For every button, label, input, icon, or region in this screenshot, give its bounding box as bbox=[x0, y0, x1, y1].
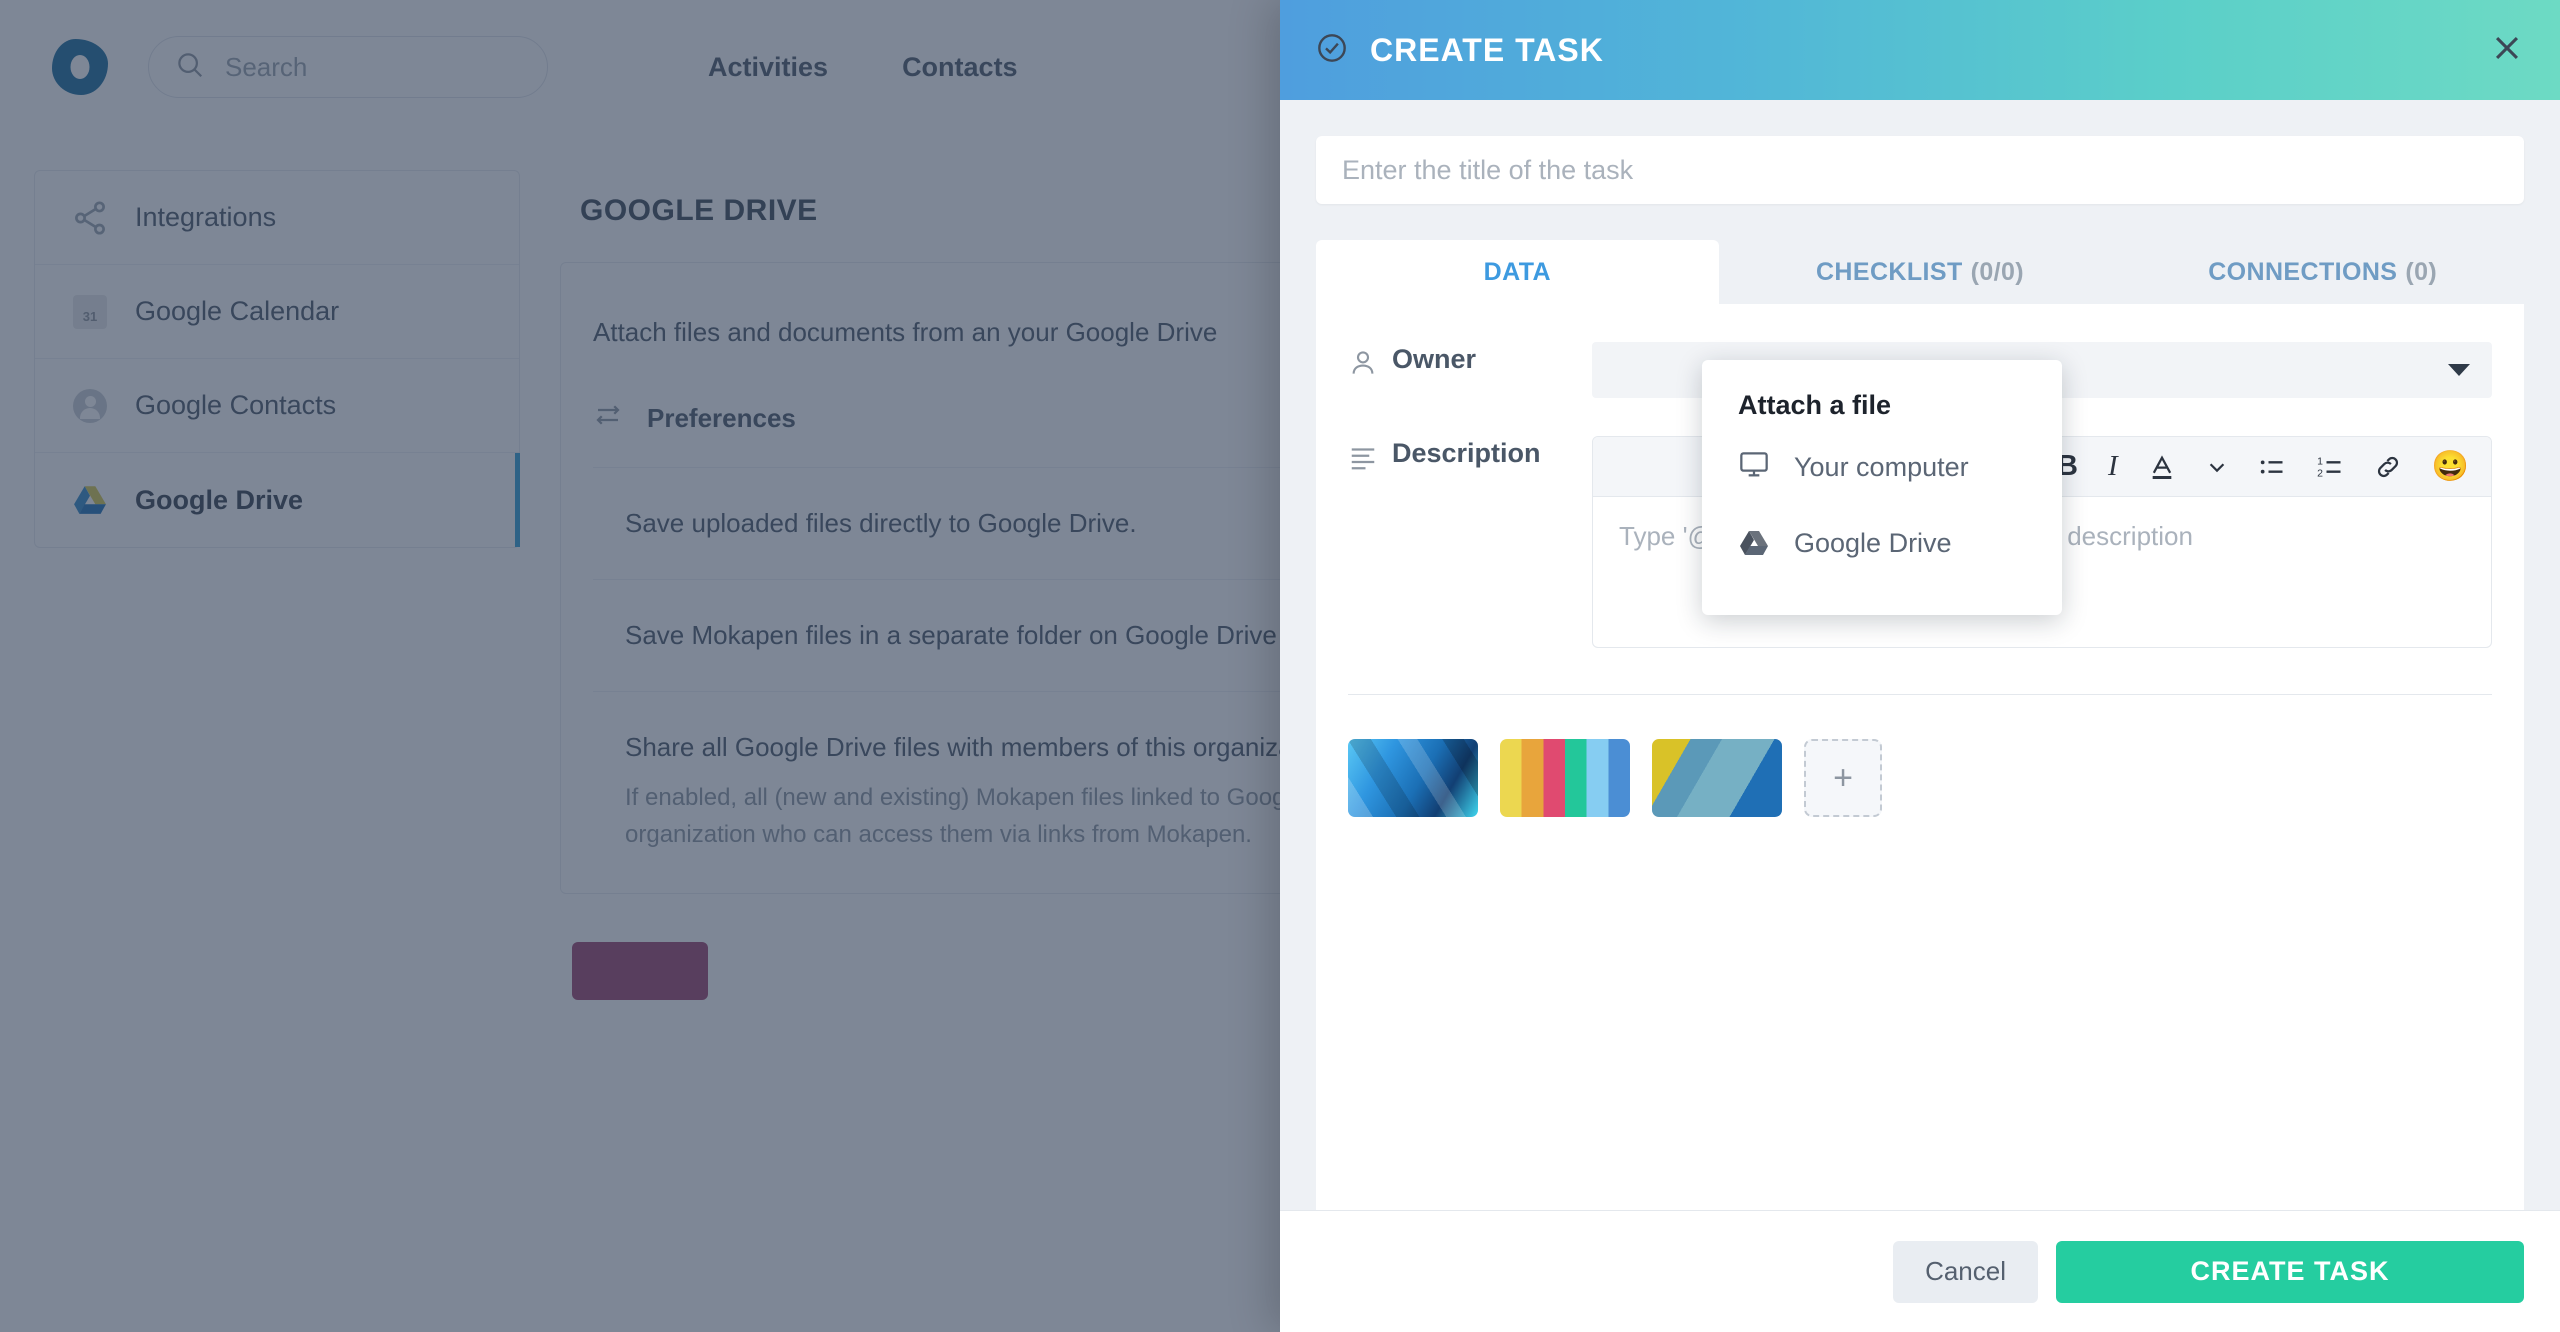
tab-count: (0/0) bbox=[1970, 257, 2025, 286]
tab-label: DATA bbox=[1483, 257, 1551, 286]
nav-links: Activities Contacts bbox=[708, 52, 1018, 83]
save-preferences-button[interactable] bbox=[572, 942, 708, 1001]
transfer-arrows-icon bbox=[593, 400, 623, 437]
attachments-list: + bbox=[1348, 695, 2492, 817]
search-icon bbox=[175, 50, 205, 85]
share-nodes-icon bbox=[71, 199, 109, 237]
link-icon[interactable] bbox=[2374, 453, 2402, 481]
attach-option-google-drive[interactable]: Google Drive bbox=[1702, 505, 2062, 581]
caret-down-icon bbox=[2448, 364, 2470, 376]
google-contacts-icon bbox=[71, 387, 109, 425]
sidebar-item-google-contacts[interactable]: Google Contacts bbox=[35, 359, 519, 453]
cancel-button[interactable]: Cancel bbox=[1893, 1240, 2038, 1303]
tab-label: CONNECTIONS bbox=[2208, 257, 2398, 286]
sidebar-item-google-drive[interactable]: Google Drive bbox=[35, 453, 520, 547]
search-placeholder: Search bbox=[225, 51, 308, 82]
sidebar-item-google-calendar[interactable]: 31 Google Calendar bbox=[35, 265, 519, 359]
tab-connections[interactable]: CONNECTIONS (0) bbox=[2121, 240, 2524, 304]
sidebar-item-label: Google Drive bbox=[135, 484, 304, 515]
attachment-thumbnail-yellow-blue-stripes[interactable] bbox=[1652, 739, 1782, 817]
attachment-thumbnail-color-palette[interactable] bbox=[1500, 739, 1630, 817]
sidebar-item-label: Integrations bbox=[135, 202, 277, 232]
search-input[interactable]: Search bbox=[148, 36, 548, 98]
preferences-heading: Preferences bbox=[647, 403, 796, 433]
modal-tabs: DATA CHECKLIST (0/0) CONNECTIONS (0) bbox=[1316, 240, 2524, 304]
modal-header: CREATE TASK bbox=[1280, 0, 2560, 100]
integrations-sidebar: Integrations 31 Google Calendar Google C… bbox=[34, 170, 520, 548]
google-drive-icon bbox=[1738, 529, 1770, 557]
modal-title: CREATE TASK bbox=[1370, 31, 1604, 68]
sidebar-item-label: Google Contacts bbox=[135, 390, 337, 420]
create-task-modal: CREATE TASK DATA CHECKLIST (0/0) CONNECT… bbox=[1280, 0, 2560, 1332]
add-attachment-button[interactable]: + bbox=[1804, 739, 1882, 817]
monitor-icon bbox=[1738, 448, 1770, 487]
modal-footer: Cancel CREATE TASK bbox=[1280, 1210, 2560, 1332]
owner-label: Owner bbox=[1392, 344, 1477, 374]
chevron-down-icon[interactable] bbox=[2206, 456, 2228, 478]
check-circle-icon bbox=[1316, 32, 1348, 69]
nav-link-contacts[interactable]: Contacts bbox=[902, 52, 1018, 83]
google-drive-icon bbox=[71, 481, 109, 519]
text-lines-icon bbox=[1348, 436, 1392, 477]
task-title-input[interactable] bbox=[1316, 136, 2524, 204]
italic-icon[interactable]: I bbox=[2108, 450, 2118, 483]
tab-count: (0) bbox=[2405, 257, 2438, 286]
attach-option-label: Your computer bbox=[1794, 451, 1969, 482]
attachment-thumbnail-blue-abstract[interactable] bbox=[1348, 739, 1478, 817]
bullet-list-icon[interactable] bbox=[2258, 453, 2286, 481]
close-icon[interactable] bbox=[2490, 31, 2524, 70]
svg-text:2: 2 bbox=[2317, 467, 2323, 479]
tab-checklist[interactable]: CHECKLIST (0/0) bbox=[1719, 240, 2122, 304]
mokapen-logo[interactable] bbox=[52, 39, 108, 95]
create-task-button[interactable]: CREATE TASK bbox=[2056, 1240, 2524, 1303]
description-label: Description bbox=[1392, 438, 1541, 468]
numbered-list-icon[interactable]: 1 2 bbox=[2316, 453, 2344, 481]
svg-text:1: 1 bbox=[2317, 455, 2323, 467]
google-calendar-icon: 31 bbox=[71, 293, 109, 331]
sidebar-item-label: Google Calendar bbox=[135, 296, 340, 326]
tab-label: CHECKLIST bbox=[1815, 257, 1963, 286]
modal-body: DATA CHECKLIST (0/0) CONNECTIONS (0) Own… bbox=[1280, 100, 2560, 1210]
attach-file-popup: Attach a file Your computer Google Drive bbox=[1702, 360, 2062, 615]
attach-option-label: Google Drive bbox=[1794, 527, 1952, 558]
attach-option-your-computer[interactable]: Your computer bbox=[1702, 429, 2062, 505]
nav-link-activities[interactable]: Activities bbox=[708, 52, 828, 83]
sidebar-item-integrations[interactable]: Integrations bbox=[35, 171, 519, 265]
text-color-icon[interactable] bbox=[2148, 453, 2176, 481]
attach-popup-title: Attach a file bbox=[1738, 390, 1892, 420]
user-icon bbox=[1348, 342, 1392, 383]
emoji-icon[interactable]: 😀 bbox=[2432, 451, 2469, 482]
tab-data[interactable]: DATA bbox=[1316, 240, 1719, 304]
